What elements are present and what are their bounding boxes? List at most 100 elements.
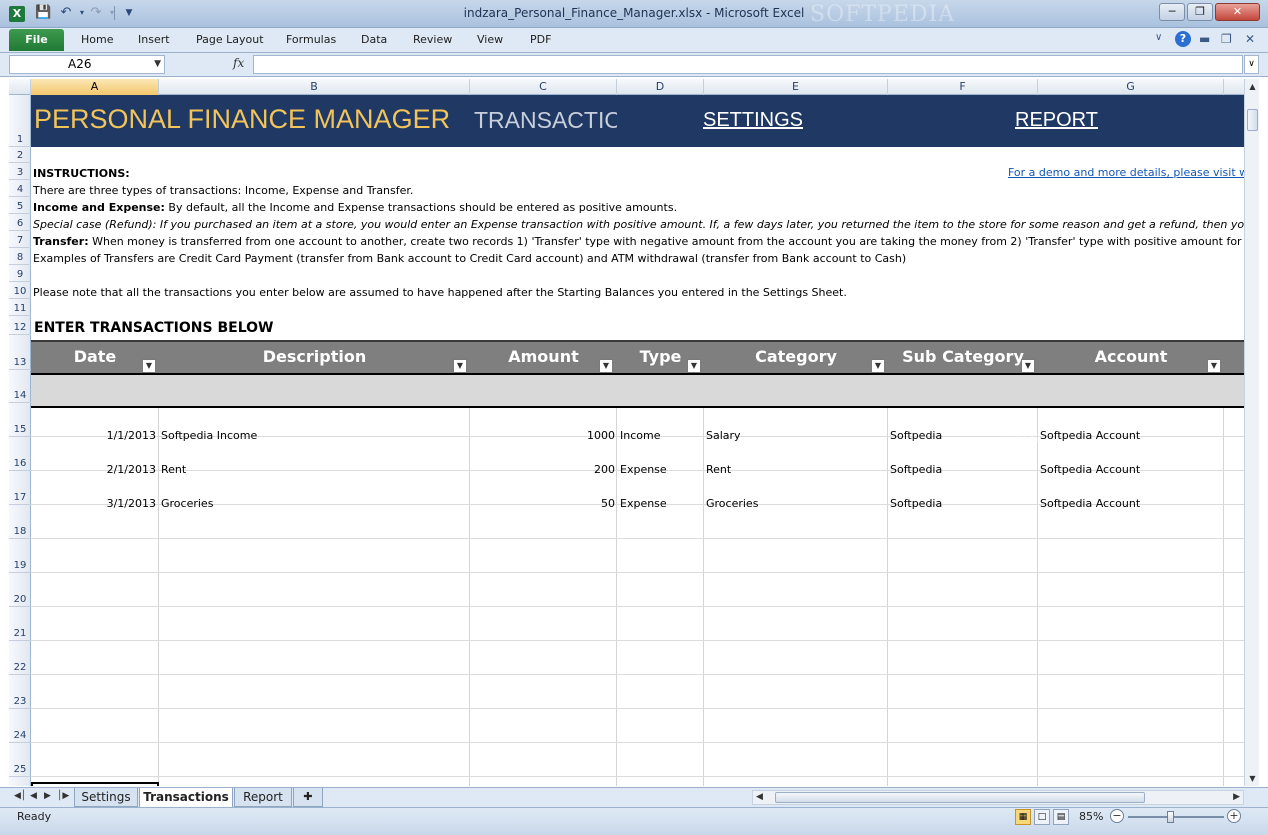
row-header-11[interactable]: 11 — [9, 299, 31, 316]
amount-filter-icon[interactable]: ▼ — [599, 359, 613, 373]
settings-link[interactable]: SETTINGS — [703, 109, 803, 132]
name-box-dropdown-icon[interactable]: ▼ — [154, 56, 161, 73]
row-header-13[interactable]: 13 — [9, 335, 31, 370]
cell-description-3[interactable]: Groceries — [161, 497, 213, 510]
cell-amount-2[interactable]: 200 — [470, 463, 615, 476]
insert-sheet-icon[interactable]: ✚ — [293, 788, 323, 807]
row-header-16[interactable]: 16 — [9, 437, 31, 471]
row-header-7[interactable]: 7 — [9, 231, 31, 248]
row-header-8[interactable]: 8 — [9, 248, 31, 265]
cell-sub-category-3[interactable]: Softpedia — [890, 497, 942, 510]
minimize-button[interactable]: ─ — [1159, 3, 1185, 21]
tab-page-layout[interactable]: Page Layout — [196, 33, 264, 46]
cell-type-1[interactable]: Income — [620, 429, 660, 442]
description-filter-icon[interactable]: ▼ — [453, 359, 467, 373]
zoom-out-icon[interactable]: − — [1110, 809, 1124, 823]
cell-account-1[interactable]: Softpedia Account — [1040, 429, 1140, 442]
row-header-5[interactable]: 5 — [9, 197, 31, 214]
cell-type-3[interactable]: Expense — [620, 497, 667, 510]
column-header-c[interactable]: C — [470, 79, 617, 95]
zoom-in-icon[interactable]: + — [1227, 809, 1241, 823]
column-header-a[interactable]: A — [31, 79, 159, 95]
row-header-9[interactable]: 9 — [9, 265, 31, 282]
help-icon[interactable]: ? — [1175, 31, 1191, 47]
column-header-e[interactable]: E — [704, 79, 888, 95]
cell-sub-category-2[interactable]: Softpedia — [890, 463, 942, 476]
insert-function-icon[interactable]: fx — [233, 56, 244, 70]
account-filter-icon[interactable]: ▼ — [1207, 359, 1221, 373]
cell-category-1[interactable]: Salary — [706, 429, 741, 442]
sheet-tab-transactions[interactable]: Transactions — [139, 788, 233, 808]
tab-pdf[interactable]: PDF — [530, 33, 551, 46]
workbook-minimize-icon[interactable]: ▬ — [1199, 32, 1210, 46]
cell-amount-3[interactable]: 50 — [470, 497, 615, 510]
horizontal-scroll-thumb[interactable] — [775, 792, 1145, 803]
row-header-10[interactable]: 10 — [9, 282, 31, 299]
minimize-ribbon-icon[interactable]: ∨ — [1155, 32, 1162, 43]
restore-button[interactable]: ❐ — [1187, 3, 1213, 21]
normal-view-icon[interactable]: ▦ — [1015, 809, 1031, 825]
select-all-corner[interactable] — [9, 79, 31, 95]
column-header-d[interactable]: D — [617, 79, 704, 95]
page-break-view-icon[interactable]: ▤ — [1053, 809, 1069, 825]
vertical-scrollbar[interactable]: ▲ ▼ — [1244, 79, 1259, 786]
row-header-23[interactable]: 23 — [9, 675, 31, 709]
sheet-cells[interactable]: PERSONAL FINANCE MANAGER TRANSACTIONS SE… — [31, 95, 1244, 786]
next-sheet-icon[interactable]: ▶ — [44, 791, 51, 801]
close-button[interactable]: ✕ — [1215, 3, 1260, 21]
column-header-f[interactable]: F — [888, 79, 1038, 95]
first-sheet-icon[interactable]: ◀│ — [14, 791, 26, 801]
row-header-2[interactable]: 2 — [9, 147, 31, 163]
tab-data[interactable]: Data — [361, 33, 387, 46]
cell-sub-category-1[interactable]: Softpedia — [890, 429, 942, 442]
tab-home[interactable]: Home — [81, 33, 113, 46]
row-header-19[interactable]: 19 — [9, 539, 31, 573]
tab-view[interactable]: View — [477, 33, 503, 46]
type-filter-icon[interactable]: ▼ — [687, 359, 701, 373]
date-filter-sort-icon[interactable]: ▼ — [142, 359, 156, 373]
cell-date-2[interactable]: 2/1/2013 — [31, 463, 156, 476]
file-tab[interactable]: File — [9, 29, 64, 51]
scroll-down-icon[interactable]: ▼ — [1245, 771, 1260, 786]
row-header-4[interactable]: 4 — [9, 180, 31, 197]
cell-category-2[interactable]: Rent — [706, 463, 731, 476]
sub-category-filter-icon[interactable]: ▼ — [1021, 359, 1035, 373]
row-header-14[interactable]: 14 — [9, 370, 31, 403]
row-header-6[interactable]: 6 — [9, 214, 31, 231]
formula-input[interactable] — [253, 55, 1243, 74]
zoom-level[interactable]: 85% — [1079, 810, 1103, 823]
sheet-tab-report[interactable]: Report — [234, 788, 292, 807]
cell-description-2[interactable]: Rent — [161, 463, 186, 476]
vertical-scroll-thumb[interactable] — [1247, 109, 1258, 131]
prev-sheet-icon[interactable]: ◀ — [30, 791, 37, 801]
cell-account-2[interactable]: Softpedia Account — [1040, 463, 1140, 476]
page-layout-view-icon[interactable]: □ — [1034, 809, 1050, 825]
row-header-1[interactable]: 1 — [9, 95, 31, 147]
row-header-12[interactable]: 12 — [9, 316, 31, 335]
zoom-slider-thumb[interactable] — [1167, 811, 1175, 823]
cell-date-3[interactable]: 3/1/2013 — [31, 497, 156, 510]
scroll-up-icon[interactable]: ▲ — [1245, 79, 1260, 94]
cell-date-1[interactable]: 1/1/2013 — [31, 429, 156, 442]
sheet-tab-settings[interactable]: Settings — [74, 788, 138, 807]
active-cell-selection[interactable] — [31, 782, 159, 786]
category-filter-icon[interactable]: ▼ — [871, 359, 885, 373]
row-header-20[interactable]: 20 — [9, 573, 31, 607]
cell-category-3[interactable]: Groceries — [706, 497, 758, 510]
cell-description-1[interactable]: Softpedia Income — [161, 429, 257, 442]
row-header-24[interactable]: 24 — [9, 709, 31, 743]
column-header-b[interactable]: B — [159, 79, 470, 95]
tab-formulas[interactable]: Formulas — [286, 33, 336, 46]
row-header-15[interactable]: 15 — [9, 403, 31, 437]
cell-account-3[interactable]: Softpedia Account — [1040, 497, 1140, 510]
cell-amount-1[interactable]: 1000 — [470, 429, 615, 442]
scroll-right-icon[interactable]: ▶ — [1233, 792, 1240, 802]
zoom-slider-track[interactable] — [1128, 816, 1224, 818]
name-box[interactable]: A26 ▼ — [9, 55, 165, 74]
cell-type-2[interactable]: Expense — [620, 463, 667, 476]
row-header-18[interactable]: 18 — [9, 505, 31, 539]
tab-insert[interactable]: Insert — [138, 33, 170, 46]
last-sheet-icon[interactable]: │▶ — [57, 791, 69, 801]
row-header-22[interactable]: 22 — [9, 641, 31, 675]
tab-review[interactable]: Review — [413, 33, 452, 46]
